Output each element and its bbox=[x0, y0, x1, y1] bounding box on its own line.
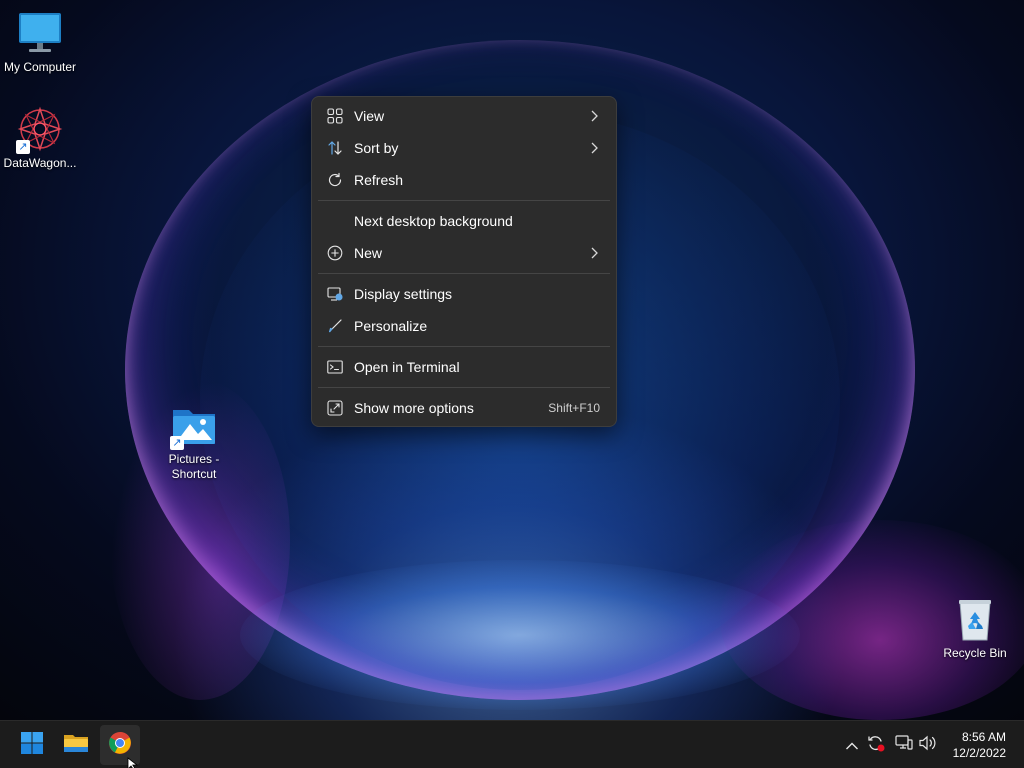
shortcut-arrow-icon: ↗ bbox=[170, 436, 184, 450]
datawagon-app-icon: ↗ bbox=[16, 106, 64, 154]
desktop-icon-recycle-bin[interactable]: Recycle Bin bbox=[935, 596, 1015, 661]
sort-arrows-icon bbox=[326, 139, 344, 157]
shortcut-arrow-icon: ↗ bbox=[16, 140, 30, 154]
chevron-right-icon bbox=[590, 141, 598, 157]
desktop-context-menu: View Sort by Refresh Next desktop backgr… bbox=[311, 96, 617, 427]
volume-icon bbox=[918, 734, 938, 756]
chevron-up-icon bbox=[845, 736, 859, 755]
display-settings-icon bbox=[326, 285, 344, 303]
desktop-icon-datawagon[interactable]: ↗ DataWagon... bbox=[0, 106, 80, 171]
windows-start-icon bbox=[20, 731, 44, 759]
folder-icon bbox=[63, 731, 89, 759]
menu-item-label: Personalize bbox=[354, 318, 428, 334]
show-hidden-icons-button[interactable] bbox=[842, 735, 862, 755]
pictures-folder-icon: ↗ bbox=[170, 402, 218, 450]
menu-item-open-in-terminal[interactable]: Open in Terminal bbox=[316, 351, 612, 383]
keyboard-shortcut: Shift+F10 bbox=[548, 401, 600, 415]
menu-item-new[interactable]: New bbox=[316, 237, 612, 269]
menu-item-label: New bbox=[354, 245, 383, 261]
volume-tray-button[interactable] bbox=[918, 735, 938, 755]
desktop-icon-label: My Computer bbox=[3, 60, 77, 74]
more-options-icon bbox=[326, 399, 344, 417]
sync-tray-button[interactable] bbox=[866, 735, 886, 755]
desktop-icon-pictures-shortcut[interactable]: ↗ Pictures - Shortcut bbox=[154, 402, 234, 482]
menu-item-personalize[interactable]: Personalize bbox=[316, 310, 612, 342]
menu-separator bbox=[318, 200, 610, 201]
menu-item-label: Display settings bbox=[354, 286, 453, 302]
menu-item-label: Refresh bbox=[354, 172, 404, 188]
menu-item-view[interactable]: View bbox=[316, 100, 612, 132]
desktop-icon-my-computer[interactable]: My Computer bbox=[0, 10, 80, 75]
network-icon bbox=[895, 734, 913, 756]
menu-item-label: Next desktop background bbox=[354, 213, 513, 229]
menu-item-show-more-options[interactable]: Show more options Shift+F10 bbox=[316, 392, 612, 424]
sync-icon bbox=[866, 733, 886, 757]
menu-separator bbox=[318, 273, 610, 274]
refresh-icon bbox=[326, 171, 344, 189]
chevron-right-icon bbox=[590, 109, 598, 125]
monitor-icon bbox=[16, 10, 64, 58]
desktop-icon-label: Recycle Bin bbox=[943, 646, 1007, 660]
menu-item-display-settings[interactable]: Display settings bbox=[316, 278, 612, 310]
taskbar: 8:56 AM 12/2/2022 bbox=[0, 720, 1024, 768]
brush-icon bbox=[326, 317, 344, 335]
terminal-icon bbox=[326, 358, 344, 376]
clock-time: 8:56 AM bbox=[961, 730, 1006, 744]
file-explorer-button[interactable] bbox=[56, 725, 96, 765]
desktop-icon-label: Pictures - Shortcut bbox=[168, 452, 220, 481]
menu-item-label: Open in Terminal bbox=[354, 359, 460, 375]
mouse-cursor-icon bbox=[127, 755, 139, 768]
menu-separator bbox=[318, 346, 610, 347]
network-tray-button[interactable] bbox=[894, 735, 914, 755]
wallpaper-glow-bottom bbox=[240, 560, 800, 710]
menu-item-sort-by[interactable]: Sort by bbox=[316, 132, 612, 164]
recycle-bin-icon bbox=[951, 596, 999, 644]
grid-icon bbox=[326, 107, 344, 125]
menu-item-label: Sort by bbox=[354, 140, 399, 156]
start-button[interactable] bbox=[12, 725, 52, 765]
menu-item-label: View bbox=[354, 108, 385, 124]
taskbar-clock[interactable]: 8:56 AM 12/2/2022 bbox=[936, 729, 1006, 761]
desktop-icon-label: DataWagon... bbox=[3, 156, 77, 170]
menu-separator bbox=[318, 387, 610, 388]
menu-item-refresh[interactable]: Refresh bbox=[316, 164, 612, 196]
clock-date: 12/2/2022 bbox=[952, 746, 1006, 760]
menu-item-next-desktop-background[interactable]: Next desktop background bbox=[316, 205, 612, 237]
chevron-right-icon bbox=[590, 246, 598, 262]
plus-circle-icon bbox=[326, 244, 344, 262]
